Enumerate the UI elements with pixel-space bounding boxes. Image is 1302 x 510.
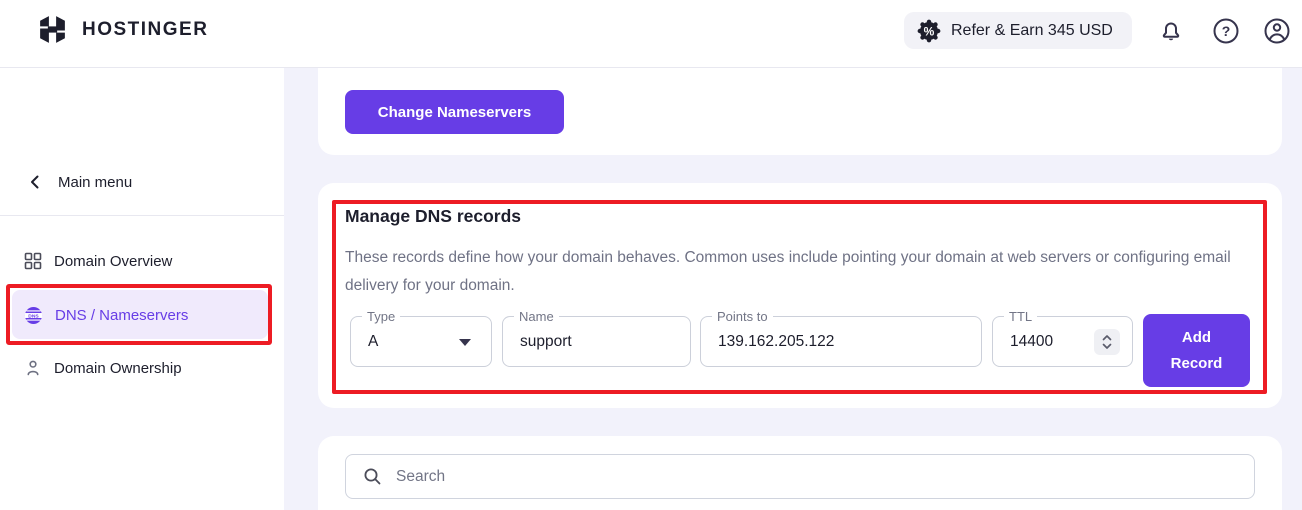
dns-globe-icon: DNS: [24, 306, 43, 325]
question-circle-icon: ?: [1212, 17, 1240, 45]
sidebar: Main menu Domain Overview: [0, 68, 284, 510]
magnifier-icon: [363, 467, 382, 486]
sidebar-item-domain-overview[interactable]: Domain Overview: [24, 244, 264, 278]
hostinger-h-logo-icon: [36, 13, 69, 46]
notifications-button[interactable]: [1155, 15, 1187, 47]
chevron-left-icon: [28, 174, 42, 190]
points-to-field-label: Points to: [712, 308, 773, 325]
ttl-field-label: TTL: [1004, 308, 1037, 325]
sidebar-divider: [0, 215, 284, 216]
sidebar-item-label: Domain Overview: [54, 253, 172, 270]
sidebar-item-domain-ownership[interactable]: Domain Ownership: [24, 351, 264, 385]
domain-management-page: HOSTINGER % Refer & Earn 345 USD: [0, 0, 1302, 510]
hostinger-logo[interactable]: HOSTINGER: [36, 13, 208, 46]
bell-icon: [1157, 17, 1185, 45]
record-name-field: Name: [502, 316, 691, 367]
ttl-stepper[interactable]: [1094, 329, 1120, 355]
dns-card-description: These records define how your domain beh…: [345, 244, 1237, 299]
top-header: HOSTINGER % Refer & Earn 345 USD: [0, 0, 1302, 68]
percent-seal-icon: %: [917, 19, 941, 43]
svg-text:DNS: DNS: [28, 313, 39, 319]
back-label: Main menu: [58, 174, 132, 191]
refer-earn-label: Refer & Earn 345 USD: [951, 22, 1113, 40]
chevron-down-icon: [459, 339, 471, 346]
search-field: [345, 454, 1255, 499]
sidebar-item-label: Domain Ownership: [54, 360, 182, 377]
search-input[interactable]: [396, 455, 1254, 498]
back-to-main-menu[interactable]: Main menu: [28, 168, 132, 196]
name-field-label: Name: [514, 308, 559, 325]
nameservers-card: Change Nameservers: [318, 68, 1282, 155]
refer-earn-button[interactable]: % Refer & Earn 345 USD: [904, 12, 1132, 49]
type-field-label: Type: [362, 308, 400, 325]
person-icon: [24, 359, 42, 377]
brand-wordmark: HOSTINGER: [82, 19, 208, 41]
record-ttl-field: TTL: [992, 316, 1133, 367]
help-button[interactable]: ?: [1210, 15, 1242, 47]
manage-dns-records-card: Manage DNS records These records define …: [318, 183, 1282, 408]
svg-text:%: %: [924, 24, 935, 38]
dns-card-title: Manage DNS records: [345, 206, 521, 227]
grid-icon: [24, 252, 42, 270]
sidebar-item-dns-nameservers[interactable]: DNS DNS / Nameservers: [24, 298, 264, 332]
add-record-button[interactable]: Add Record: [1143, 314, 1250, 387]
svg-text:?: ?: [1222, 23, 1231, 39]
dns-records-list-card: [318, 436, 1282, 510]
record-type-select[interactable]: Type A: [350, 316, 492, 367]
change-nameservers-button[interactable]: Change Nameservers: [345, 90, 564, 134]
sidebar-item-label: DNS / Nameservers: [55, 307, 188, 324]
profile-circle-icon: [1263, 17, 1291, 45]
record-points-to-field: Points to: [700, 316, 982, 367]
account-button[interactable]: [1261, 15, 1293, 47]
